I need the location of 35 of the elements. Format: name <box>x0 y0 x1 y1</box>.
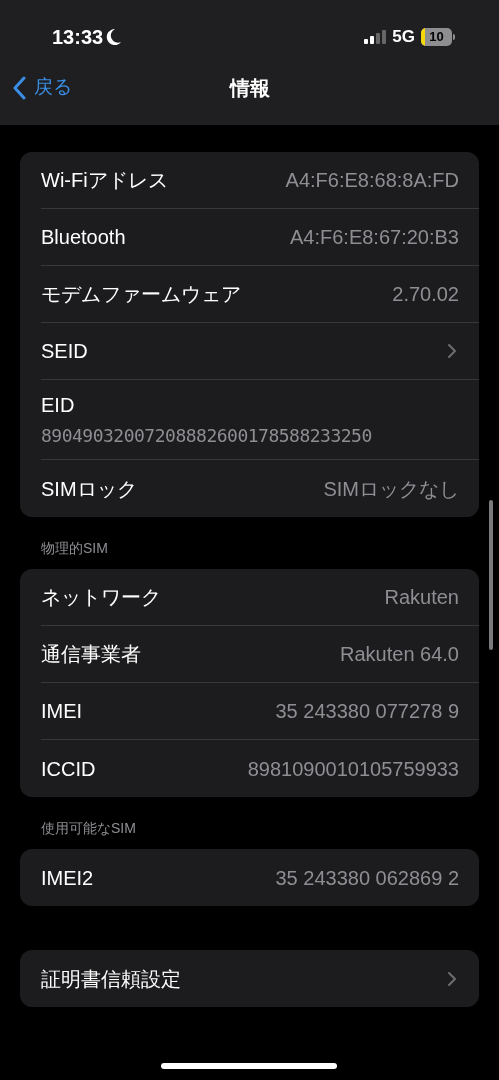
row-value: 8981090010105759933 <box>247 756 459 782</box>
row-label: Wi-Fiアドレス <box>41 168 168 193</box>
section-header: 使用可能なSIM <box>41 819 136 838</box>
status-time: 13:33 <box>52 25 104 50</box>
row-label: ネットワーク <box>41 585 161 610</box>
row-label: ICCID <box>41 756 96 782</box>
row-value: 89049032007208882600178588233250 <box>41 424 373 448</box>
back-button[interactable]: 戻る <box>0 73 72 102</box>
network-type: 5G <box>392 26 415 49</box>
row-label: IMEI2 <box>41 865 94 891</box>
row-value: Rakuten 64.0 <box>340 642 459 667</box>
row-label: 通信事業者 <box>41 642 141 667</box>
row-value: A4:F6:E8:67:20:B3 <box>290 225 459 250</box>
battery-icon: 10 <box>421 28 455 46</box>
chevron-icon <box>447 970 457 987</box>
chevron-icon <box>447 343 457 359</box>
row-label: SEID <box>41 339 88 364</box>
settings-row[interactable]: 証明書信頼設定 <box>41 950 479 1007</box>
row-label: Bluetooth <box>41 225 126 250</box>
row-value: A4:F6:E8:68:8A:FD <box>285 168 459 193</box>
row-label: 証明書信頼設定 <box>41 966 181 992</box>
row-label: EID <box>41 393 76 418</box>
section-header: 物理的SIM <box>41 539 108 558</box>
row-value: SIMロックなし <box>323 476 459 502</box>
row-label: モデムファームウェア <box>41 282 241 307</box>
row-value: 2.70.02 <box>392 282 459 307</box>
row-label: SIMロック <box>41 476 137 502</box>
row-value: 35 243380 062869 2 <box>275 865 459 891</box>
signal-icon <box>364 30 387 44</box>
page-title: 情報 <box>229 75 270 101</box>
row-value: Rakuten <box>384 585 459 610</box>
row-value: 35 243380 077278 9 <box>275 699 459 724</box>
back-chevron-icon <box>12 75 26 100</box>
settings-row[interactable]: SEID <box>41 323 479 380</box>
row-label: IMEI <box>41 699 83 724</box>
